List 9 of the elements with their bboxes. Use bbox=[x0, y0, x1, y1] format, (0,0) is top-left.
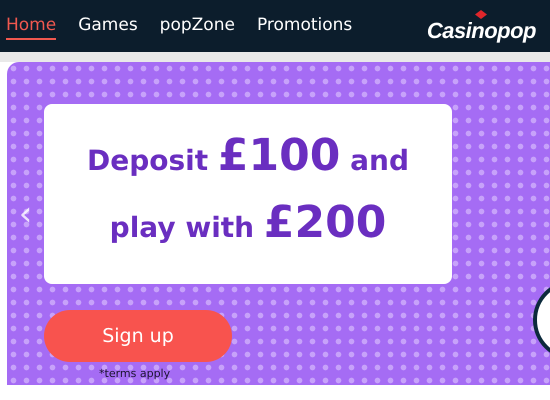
logo[interactable]: Casinopop bbox=[426, 18, 536, 42]
headline-line: Deposit £100 and bbox=[86, 129, 409, 183]
terms-note: *terms apply bbox=[99, 366, 172, 382]
nav-link[interactable]: Home bbox=[6, 12, 56, 40]
headline-line: play with £200 bbox=[110, 196, 386, 250]
nav-link[interactable]: popZone bbox=[160, 12, 235, 40]
nav-link[interactable]: Games bbox=[78, 12, 138, 40]
nav-link[interactable]: Promotions bbox=[256, 12, 352, 40]
diamond-icon bbox=[475, 10, 488, 18]
